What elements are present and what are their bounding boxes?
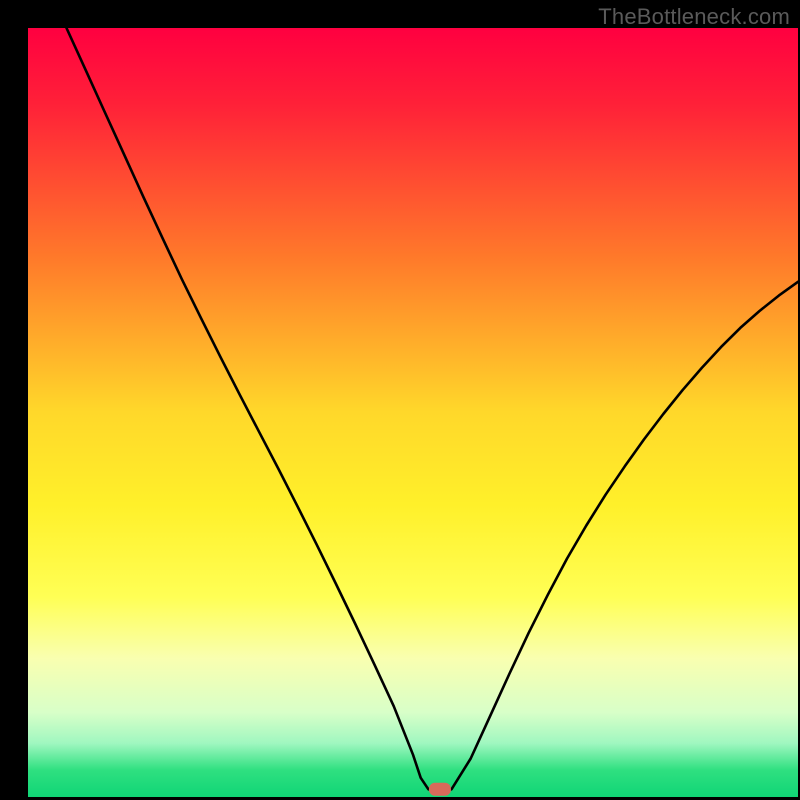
minimum-marker [429, 783, 451, 796]
watermark-text: TheBottleneck.com [598, 4, 790, 30]
plot-background [28, 28, 798, 797]
bottleneck-chart: TheBottleneck.com [0, 0, 800, 800]
chart-svg [0, 0, 800, 800]
